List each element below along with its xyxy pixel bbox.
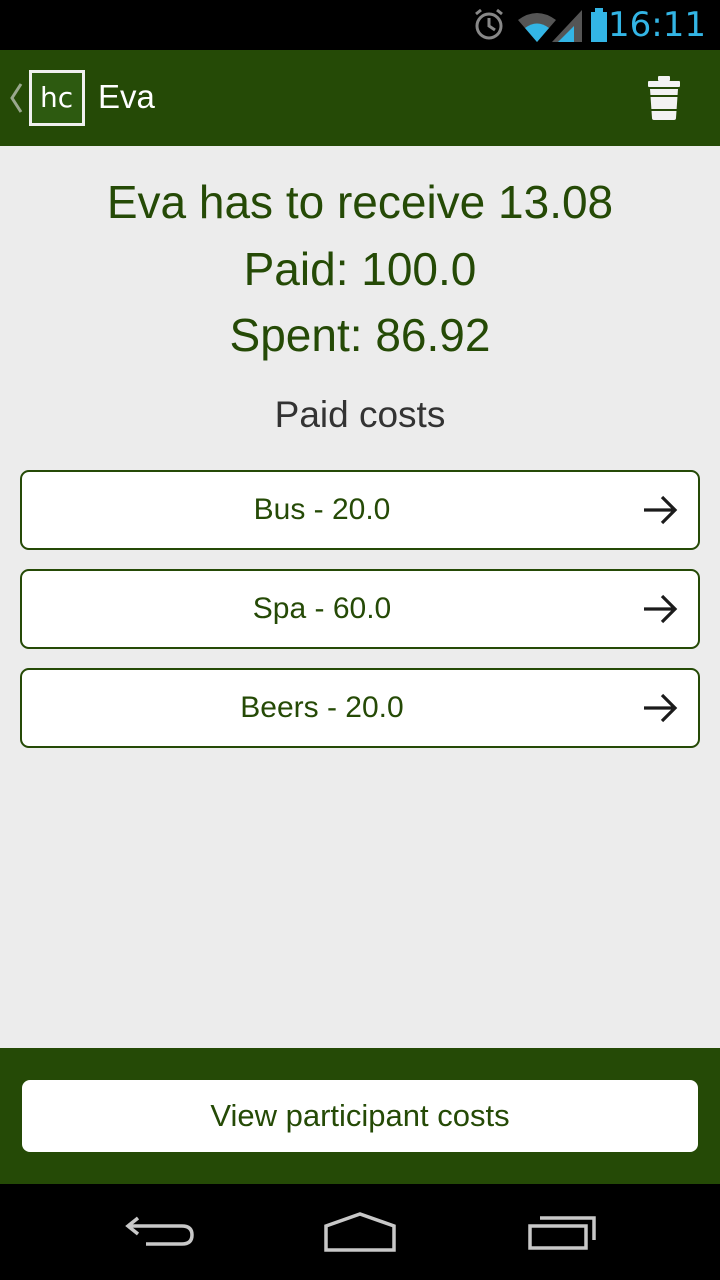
logo-text: hc [40,81,73,114]
home-icon[interactable] [320,1208,400,1258]
back-icon[interactable] [120,1208,200,1258]
spent-summary: Spent: 86.92 [229,309,491,361]
status-icons [475,8,607,42]
section-heading: Paid costs [274,394,446,435]
view-participant-costs-button[interactable]: View participant costs [22,1080,698,1152]
logo-mark: hc [40,81,73,114]
recents-icon[interactable] [522,1208,602,1258]
arrow-right-icon [644,693,678,723]
arrow-right-icon [644,594,678,624]
cost-item-bus[interactable]: Bus - 20.0 [20,470,700,550]
trash-icon[interactable] [640,74,688,122]
wifi-icon [518,13,556,42]
cost-item-beers[interactable]: Beers - 20.0 [20,668,700,748]
cost-item-label: Spa - 60.0 [252,592,392,625]
signal-icon [552,10,582,42]
app-logo[interactable]: hc [29,70,85,126]
alarm-icon [475,8,503,40]
balance-summary: Eva has to receive 13.08 [106,176,614,228]
battery-icon [591,8,607,42]
arrow-right-icon [644,495,678,525]
page-title: Eva [98,78,155,115]
status-time: 16:11 [608,5,706,45]
paid-summary: Paid: 100.0 [243,243,477,295]
action-bar: hc Eva [0,50,720,146]
status-bar: 16:11 [0,0,720,50]
system-nav-bar [0,1184,720,1280]
cost-item-label: Bus - 20.0 [253,493,391,526]
bottom-bar: View participant costs [0,1048,720,1184]
up-caret-icon[interactable] [7,80,25,116]
cost-item-spa[interactable]: Spa - 60.0 [20,569,700,649]
cost-item-label: Beers - 20.0 [240,691,404,724]
content-area: Eva has to receive 13.08 Paid: 100.0 Spe… [0,146,720,1048]
